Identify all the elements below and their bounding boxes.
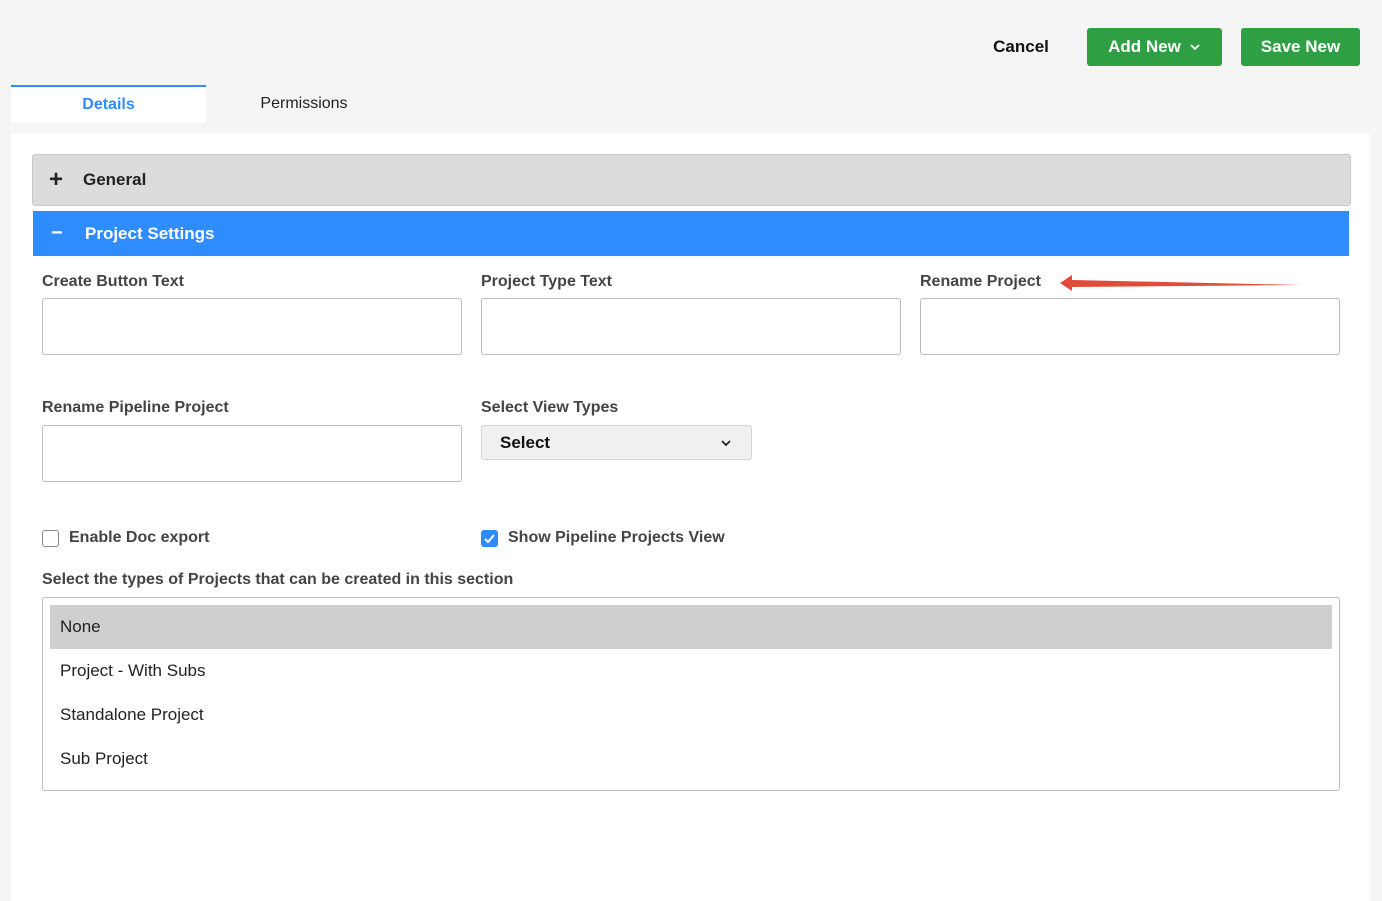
top-toolbar: Cancel Add New Save New [0,0,1382,84]
tab-permissions[interactable]: Permissions [206,85,402,123]
enable-doc-export-label: Enable Doc export [69,529,210,546]
select-view-types-value: Select [500,432,551,452]
add-new-button[interactable]: Add New [1087,28,1222,66]
rename-pipeline-project-input[interactable] [42,425,462,482]
create-button-text-input[interactable] [42,298,462,355]
rename-pipeline-project-label: Rename Pipeline Project [42,399,229,416]
list-item[interactable]: Project - With Subs [50,649,1332,693]
chevron-down-icon [721,439,731,446]
collapse-icon: − [51,222,63,244]
section-project-settings-title: Project Settings [85,223,215,243]
project-types-listbox[interactable]: None Project - With Subs Standalone Proj… [42,597,1340,791]
show-pipeline-projects-view-label: Show Pipeline Projects View [508,529,725,546]
details-panel: + General − Project Settings Create Butt… [11,133,1370,901]
project-types-label: Select the types of Projects that can be… [42,571,514,588]
rename-project-input[interactable] [920,298,1340,355]
list-item[interactable]: None [50,605,1332,649]
list-item[interactable]: Sub Project [50,737,1332,781]
section-general-title: General [83,170,147,189]
section-general-header[interactable]: + General [32,154,1351,206]
select-view-types-dropdown[interactable]: Select [481,425,752,460]
rename-project-label: Rename Project [920,273,1041,290]
save-new-button[interactable]: Save New [1241,28,1360,66]
create-button-text-label: Create Button Text [42,273,184,290]
project-type-text-label: Project Type Text [481,273,612,290]
list-item[interactable]: Standalone Project [50,693,1332,737]
check-icon [484,533,495,543]
expand-icon: + [49,166,64,193]
enable-doc-export-checkbox-row[interactable]: Enable Doc export [42,529,209,547]
select-view-types-label: Select View Types [481,399,619,416]
red-arrow-icon [1060,275,1302,291]
project-type-text-input[interactable] [481,298,901,355]
tab-details[interactable]: Details [11,85,206,123]
cancel-button[interactable]: Cancel [975,28,1067,66]
enable-doc-export-checkbox[interactable] [42,529,59,547]
chevron-down-icon [1190,44,1200,51]
add-new-label: Add New [1108,37,1181,56]
show-pipeline-projects-view-checkbox[interactable] [481,529,498,547]
section-project-settings-header[interactable]: − Project Settings [33,211,1349,256]
show-pipeline-projects-view-checkbox-row[interactable]: Show Pipeline Projects View [481,529,725,547]
